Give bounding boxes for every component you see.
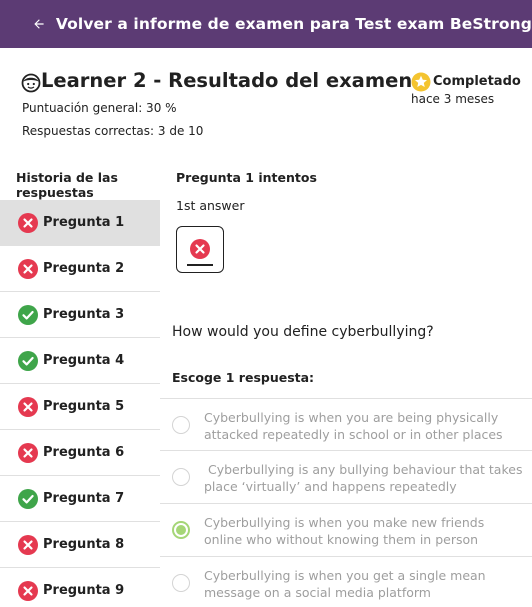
attempt-1-box[interactable] (176, 226, 224, 273)
sidebar-item-label: Pregunta 9 (43, 583, 125, 598)
sidebar-item-pregunta-4[interactable]: Pregunta 4 (0, 338, 160, 384)
sidebar-item-pregunta-3[interactable]: Pregunta 3 (0, 292, 160, 338)
correct-icon (18, 304, 38, 325)
sidebar-item-label: Pregunta 7 (43, 491, 125, 506)
incorrect-icon (18, 396, 38, 417)
question-text: How would you define cyberbullying? (172, 324, 434, 340)
sidebar-item-label: Pregunta 1 (43, 215, 125, 230)
overall-score: Puntuación general: 30 % (22, 101, 177, 115)
sidebar-item-pregunta-6[interactable]: Pregunta 6 (0, 430, 160, 476)
answer-option-2[interactable]: Cyberbullying is any bullying behaviour … (160, 451, 532, 504)
sidebar-item-pregunta-5[interactable]: Pregunta 5 (0, 384, 160, 430)
back-to-report-link[interactable]: Volver a informe de examen para Test exa… (56, 15, 532, 33)
radio-button[interactable] (172, 468, 190, 486)
selected-attempt-indicator (187, 264, 213, 266)
learner-face-icon (21, 73, 41, 93)
page-title: Learner 2 - Resultado del examen (41, 69, 413, 92)
answer-option-text: Cyberbullying is when you get a single m… (204, 568, 490, 600)
question-list: Pregunta 1 Pregunta 2 Pregunta 3 Pregunta 4… (0, 200, 160, 607)
app-bar: Volver a informe de examen para Test exa… (0, 0, 532, 48)
radio-button[interactable] (172, 574, 190, 592)
sidebar-item-pregunta-7[interactable]: Pregunta 7 (0, 476, 160, 522)
incorrect-icon (18, 442, 38, 463)
sidebar-item-pregunta-2[interactable]: Pregunta 2 (0, 246, 160, 292)
star-icon (411, 72, 431, 92)
incorrect-icon (18, 258, 38, 279)
sidebar-item-label: Pregunta 8 (43, 537, 125, 552)
correct-icon (18, 488, 38, 509)
answer-history-heading: Historia de las respuestas (16, 170, 118, 200)
incorrect-icon (18, 534, 38, 555)
sidebar-item-label: Pregunta 6 (43, 445, 125, 460)
radio-button[interactable] (172, 416, 190, 434)
incorrect-icon (190, 239, 210, 259)
sidebar-item-pregunta-1[interactable]: Pregunta 1 (0, 200, 160, 246)
sidebar-item-label: Pregunta 4 (43, 353, 125, 368)
sidebar-item-pregunta-9[interactable]: Pregunta 9 (0, 568, 160, 607)
answer-options: Cyberbullying is when you are being phys… (160, 398, 532, 607)
answer-option-1[interactable]: Cyberbullying is when you are being phys… (160, 398, 532, 451)
answer-option-text: Cyberbullying is any bullying behaviour … (204, 462, 527, 494)
attempts-title: Pregunta 1 intentos (176, 170, 317, 185)
answer-option-3[interactable]: Cyberbullying is when you make new frien… (160, 504, 532, 557)
correct-answers: Respuestas correctas: 3 de 10 (22, 124, 204, 138)
choose-label: Escoge 1 respuesta: (172, 370, 315, 385)
incorrect-icon (18, 212, 38, 233)
status-label: Completado (433, 74, 521, 89)
answer-label: 1st answer (176, 198, 245, 213)
sidebar-item-pregunta-8[interactable]: Pregunta 8 (0, 522, 160, 568)
radio-button[interactable] (172, 521, 190, 539)
incorrect-icon (18, 580, 38, 601)
arrow-left-icon[interactable] (32, 15, 46, 33)
sidebar-item-label: Pregunta 5 (43, 399, 125, 414)
status-time: hace 3 meses (411, 92, 495, 106)
answer-option-text: Cyberbullying is when you make new frien… (204, 515, 489, 547)
sidebar-item-label: Pregunta 3 (43, 307, 125, 322)
answer-option-text: Cyberbullying is when you are being phys… (204, 410, 503, 442)
sidebar-item-label: Pregunta 2 (43, 261, 125, 276)
correct-icon (18, 350, 38, 371)
answer-option-4[interactable]: Cyberbullying is when you get a single m… (160, 557, 532, 607)
